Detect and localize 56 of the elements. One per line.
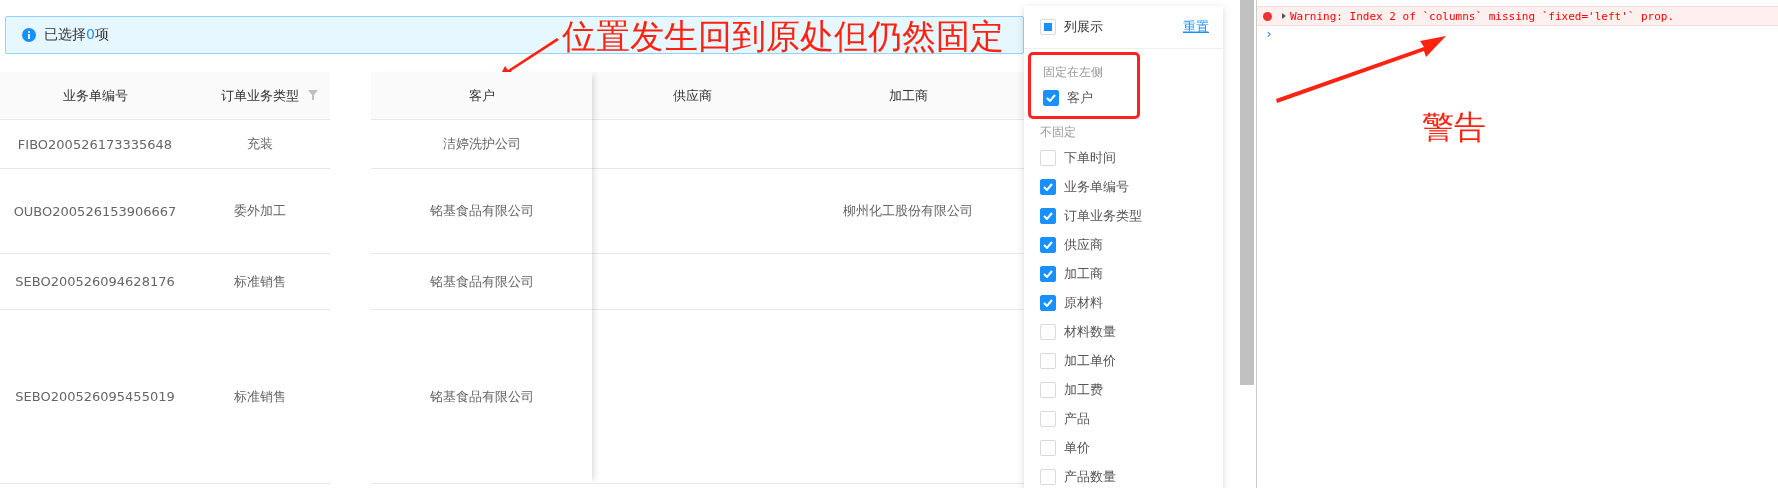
column-option[interactable]: 下单时间 (1040, 143, 1223, 172)
table-cell: SEBO200526094628176 (15, 274, 175, 289)
table-cell: 洁婷洗护公司 (442, 135, 521, 153)
column-option[interactable]: 订单业务类型 (1040, 201, 1223, 230)
annotation-text: 警告 (1422, 107, 1486, 148)
error-icon (1263, 11, 1272, 21)
checkbox[interactable] (1040, 236, 1056, 253)
column-title: 加工商 (888, 86, 928, 105)
column-option[interactable]: 材料数量 (1040, 317, 1223, 346)
check-icon (1043, 269, 1053, 278)
column-option[interactable]: 客户 (1043, 83, 1137, 112)
table-cell: SEBO200526095455019 (15, 389, 175, 404)
group-heading: 固定在左侧 (1043, 63, 1104, 81)
table-cell: OUBO200526153906667 (13, 203, 177, 219)
check-icon (1043, 182, 1053, 191)
column-title: 供应商 (672, 86, 712, 105)
checkbox[interactable] (1040, 207, 1056, 224)
check-icon (1046, 93, 1056, 102)
check-icon (1043, 298, 1053, 307)
column-option[interactable]: 产品数量 (1040, 462, 1223, 488)
filter-icon[interactable] (308, 90, 318, 100)
checkbox[interactable] (1040, 265, 1056, 282)
expand-icon[interactable] (1282, 13, 1286, 19)
column-option[interactable]: 原材料 (1040, 288, 1223, 317)
table-cell: 标准销售 (234, 387, 286, 406)
checkbox[interactable] (1043, 89, 1059, 106)
column-option[interactable]: 加工单价 (1040, 346, 1223, 375)
column-option[interactable]: 加工费 (1040, 375, 1223, 404)
column-option[interactable]: 业务单编号 (1040, 172, 1223, 201)
group-heading: 不固定 (1040, 123, 1077, 141)
column-option[interactable]: 供应商 (1040, 230, 1223, 259)
column-option[interactable]: 产品 (1040, 404, 1223, 433)
console-prompt[interactable]: › (1257, 26, 1273, 41)
column-option[interactable]: 加工商 (1040, 259, 1223, 288)
column-title: 订单业务类型 (221, 86, 299, 105)
column-title: 业务单编号 (62, 86, 128, 105)
info-icon (22, 28, 36, 42)
scrollbar[interactable] (1240, 0, 1254, 385)
menu-title: 列展示 (1064, 18, 1104, 36)
table-cell: FIBO200526173335648 (17, 136, 173, 152)
table-cell: 柳州化工股份有限公司 (843, 202, 973, 220)
checkbox[interactable] (1040, 294, 1056, 311)
check-icon (1043, 240, 1053, 249)
column-title: 客户 (468, 86, 495, 105)
warning-text: Warning: Index 2 of `columns` missing `fixed='left'` prop. (1290, 9, 1675, 23)
table-cell: 铭基食品有限公司 (429, 272, 534, 291)
alert-message: 已选择0项 (44, 26, 109, 44)
checkbox[interactable] (1040, 178, 1056, 195)
table-cell: 铭基食品有限公司 (429, 202, 534, 220)
check-icon (1043, 211, 1053, 220)
table-cell: 铭基食品有限公司 (429, 387, 534, 406)
table-cell: 标准销售 (234, 272, 286, 291)
annotation-text: 位置发生回到原处但仍然固定 (562, 15, 1004, 58)
table-cell: 委外加工 (234, 202, 286, 220)
table-cell: 充装 (247, 135, 273, 153)
column-option[interactable]: 单价 (1040, 433, 1223, 462)
